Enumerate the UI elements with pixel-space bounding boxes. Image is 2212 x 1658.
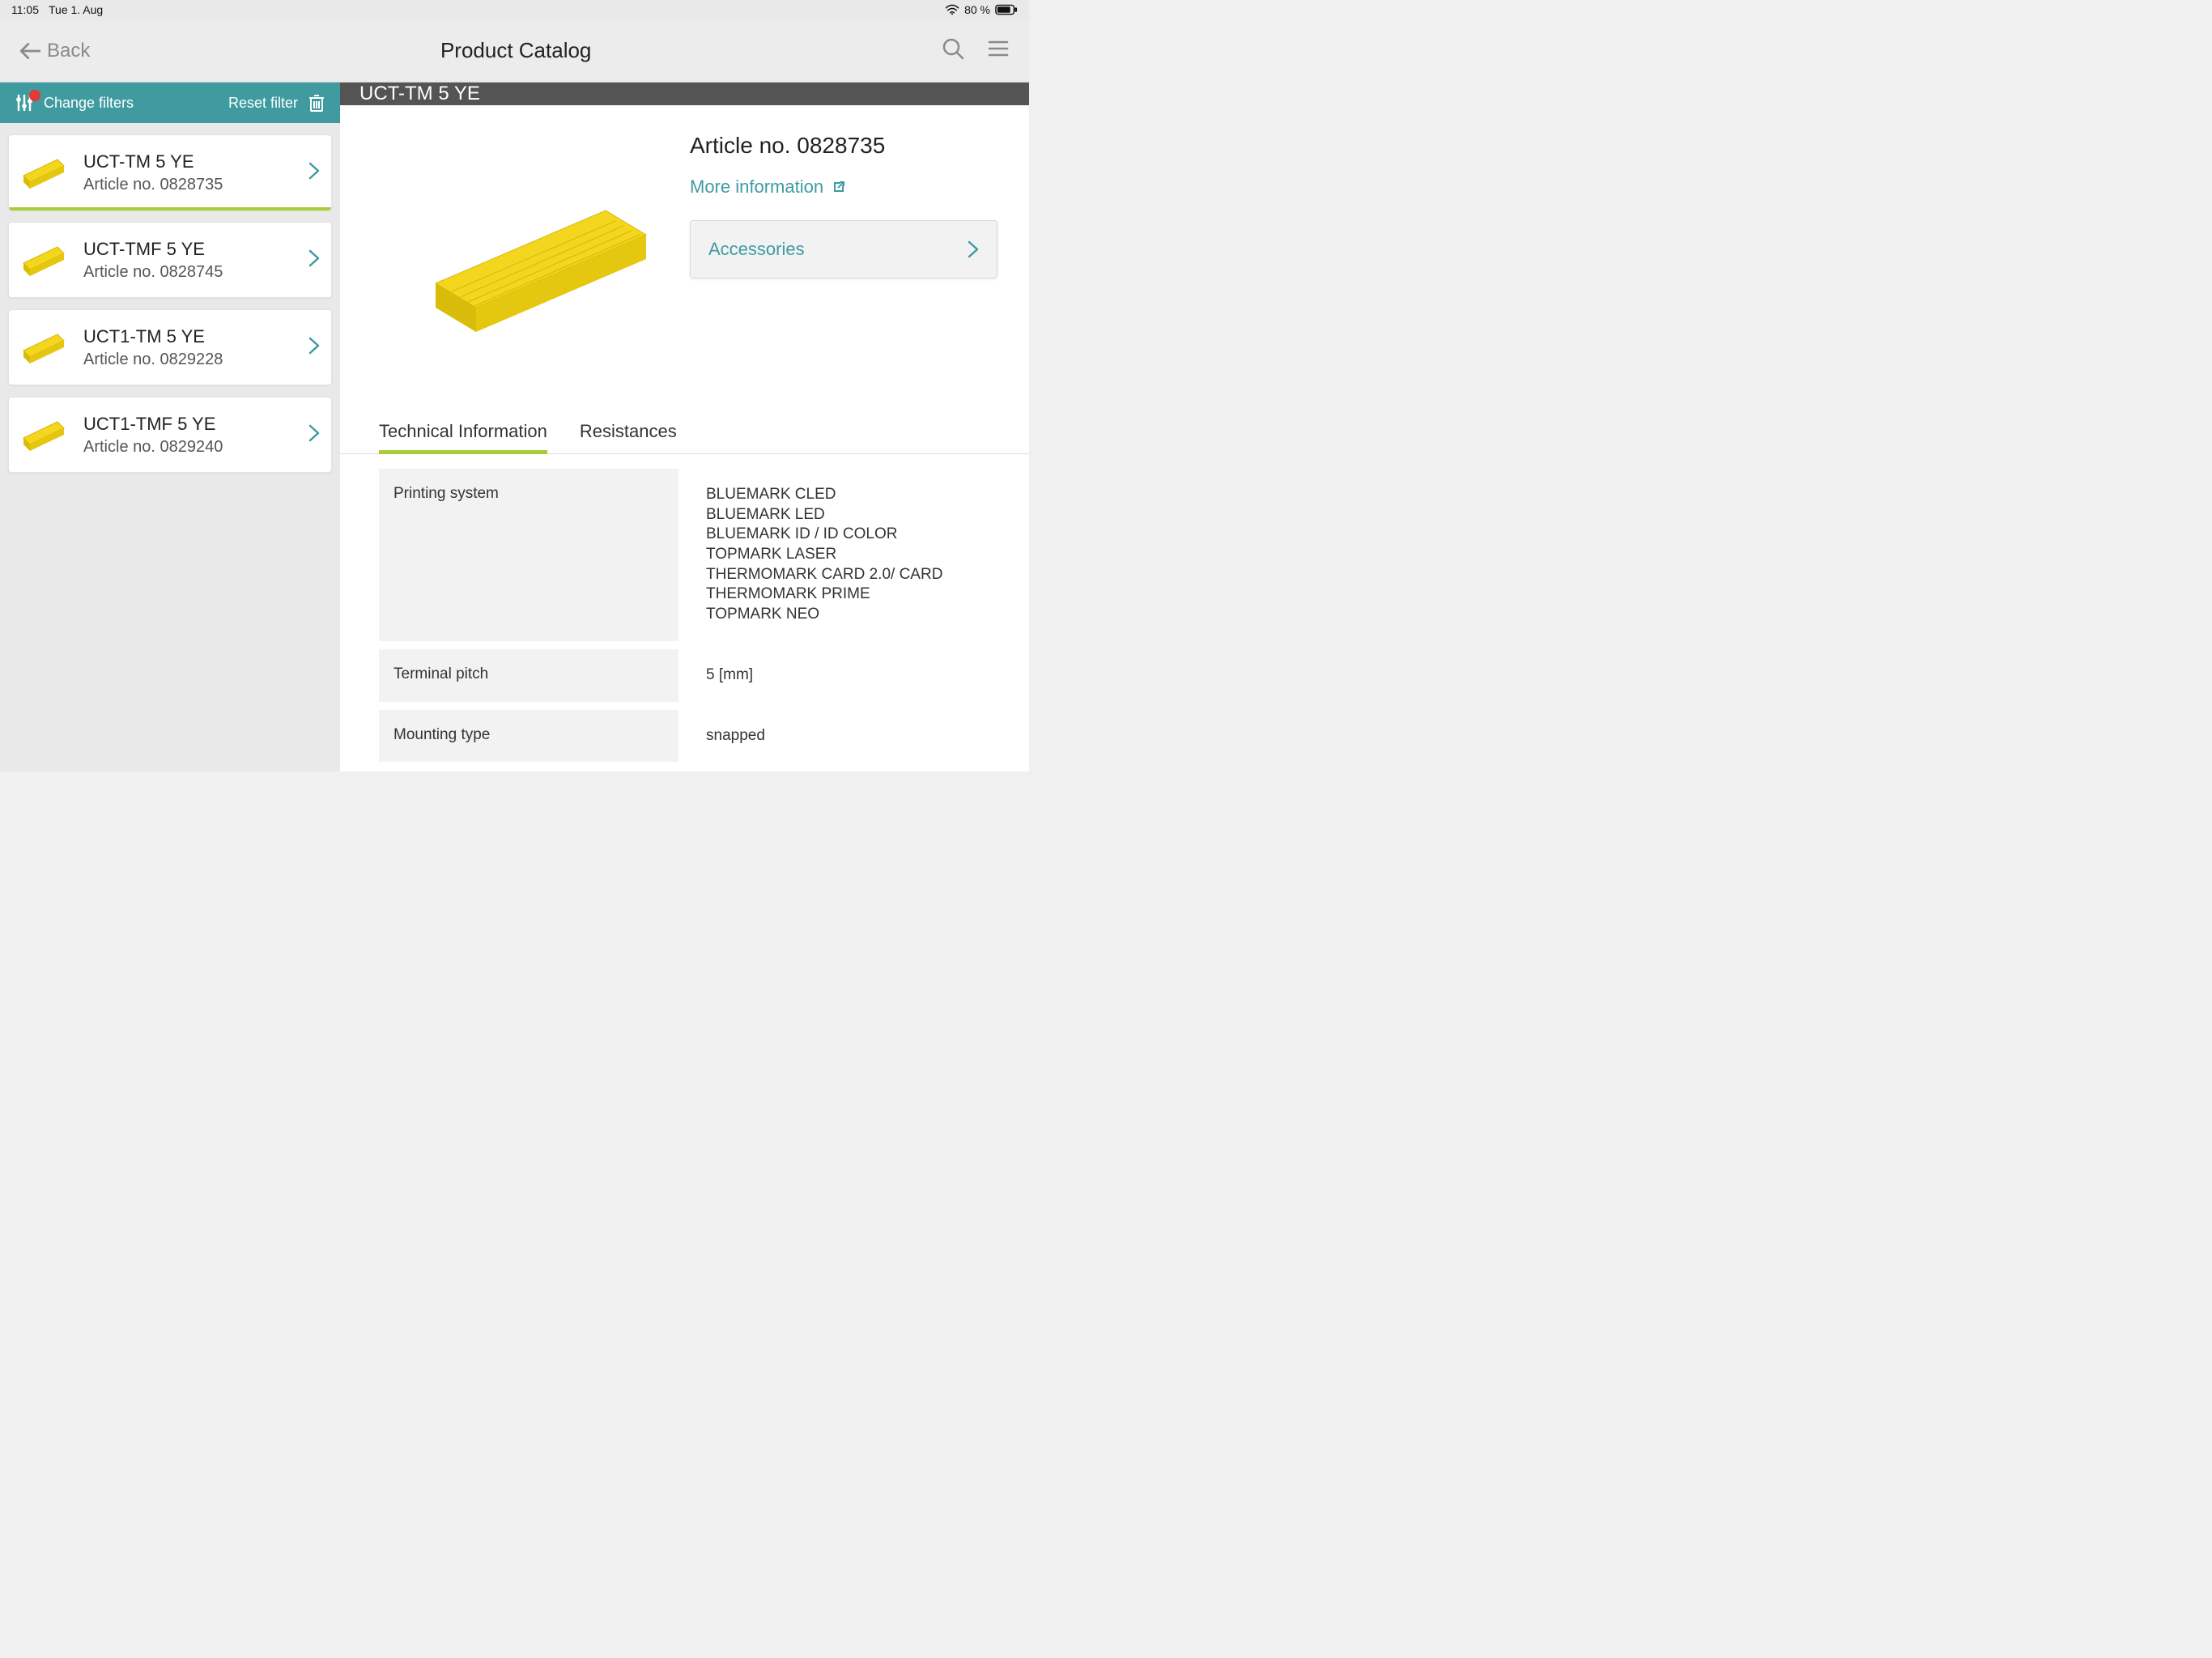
tech-row: Printing system BLUEMARK CLEDBLUEMARK LE… bbox=[379, 469, 990, 641]
external-link-icon bbox=[832, 180, 846, 194]
battery-icon bbox=[995, 4, 1018, 15]
product-card-subtitle: Article no. 0829240 bbox=[83, 438, 297, 457]
change-filters-label: Change filters bbox=[44, 95, 134, 112]
arrow-left-icon bbox=[19, 42, 40, 60]
product-image-svg bbox=[379, 154, 670, 380]
more-information-label: More information bbox=[690, 176, 823, 198]
tech-row: Terminal pitch 5 [mm] bbox=[379, 649, 990, 702]
tab-resistances[interactable]: Resistances bbox=[580, 413, 677, 453]
product-detail-header: UCT-TM 5 YE bbox=[340, 83, 1029, 105]
chevron-right-icon bbox=[968, 240, 979, 258]
tech-key: Terminal pitch bbox=[379, 649, 678, 702]
filter-badge bbox=[29, 90, 40, 101]
status-bar: 11:05 Tue 1. Aug 80 % bbox=[0, 0, 1029, 19]
filter-bar: Change filters Reset filter bbox=[0, 83, 340, 123]
product-thumbnail bbox=[20, 409, 72, 461]
trash-icon bbox=[308, 93, 325, 113]
status-battery-text: 80 % bbox=[964, 3, 990, 16]
reset-filter-button[interactable]: Reset filter bbox=[228, 93, 325, 113]
product-card-title: UCT-TM 5 YE bbox=[83, 151, 297, 172]
product-card-title: UCT1-TM 5 YE bbox=[83, 326, 297, 347]
hamburger-icon bbox=[987, 37, 1010, 60]
tech-key: Printing system bbox=[379, 469, 678, 641]
product-card[interactable]: UCT-TMF 5 YE Article no. 0828745 bbox=[8, 222, 332, 298]
back-button[interactable]: Back bbox=[19, 40, 90, 62]
product-thumbnail bbox=[20, 234, 72, 286]
nav-header: Back Product Catalog bbox=[0, 19, 1029, 83]
product-card[interactable]: UCT1-TMF 5 YE Article no. 0829240 bbox=[8, 397, 332, 473]
chevron-right-icon bbox=[308, 424, 320, 446]
tech-value: BLUEMARK CLEDBLUEMARK LEDBLUEMARK ID / I… bbox=[691, 469, 990, 641]
status-date: Tue 1. Aug bbox=[49, 3, 103, 16]
chevron-right-icon bbox=[308, 337, 320, 359]
accessories-label: Accessories bbox=[708, 239, 805, 260]
detail-tabs: Technical Information Resistances bbox=[340, 413, 1029, 454]
product-card-subtitle: Article no. 0828735 bbox=[83, 176, 297, 194]
chevron-right-icon bbox=[308, 162, 320, 184]
tech-value: 5 [mm] bbox=[691, 649, 990, 702]
product-card[interactable]: UCT-TM 5 YE Article no. 0828735 bbox=[8, 134, 332, 210]
article-number: Article no. 0828735 bbox=[690, 133, 1000, 159]
tech-key: Mounting type bbox=[379, 710, 678, 763]
search-icon bbox=[942, 37, 964, 60]
status-time: 11:05 bbox=[11, 3, 39, 16]
product-thumbnail bbox=[20, 321, 72, 373]
page-title: Product Catalog bbox=[440, 38, 591, 63]
chevron-right-icon bbox=[308, 249, 320, 271]
product-card-subtitle: Article no. 0829228 bbox=[83, 351, 297, 369]
search-button[interactable] bbox=[942, 37, 964, 64]
main-content: UCT-TM 5 YE bbox=[340, 83, 1029, 772]
change-filters-button[interactable]: Change filters bbox=[15, 93, 134, 113]
product-card[interactable]: UCT1-TM 5 YE Article no. 0829228 bbox=[8, 309, 332, 385]
technical-info-table: Printing system BLUEMARK CLEDBLUEMARK LE… bbox=[340, 454, 1029, 772]
accessories-button[interactable]: Accessories bbox=[690, 220, 998, 278]
wifi-icon bbox=[945, 4, 959, 15]
product-card-title: UCT1-TMF 5 YE bbox=[83, 414, 297, 435]
tech-value: snapped bbox=[691, 710, 990, 763]
reset-filter-label: Reset filter bbox=[228, 95, 298, 112]
product-image bbox=[379, 130, 670, 405]
product-card-title: UCT-TMF 5 YE bbox=[83, 239, 297, 260]
sidebar: Change filters Reset filter bbox=[0, 83, 340, 772]
product-thumbnail bbox=[20, 147, 72, 198]
product-card-subtitle: Article no. 0828745 bbox=[83, 263, 297, 282]
tech-row: Mounting type snapped bbox=[379, 710, 990, 763]
tab-technical-information[interactable]: Technical Information bbox=[379, 413, 547, 453]
menu-button[interactable] bbox=[987, 37, 1010, 64]
more-information-link[interactable]: More information bbox=[690, 176, 1000, 198]
back-label: Back bbox=[47, 40, 90, 62]
product-list: UCT-TM 5 YE Article no. 0828735 UCT-TMF … bbox=[0, 123, 340, 484]
